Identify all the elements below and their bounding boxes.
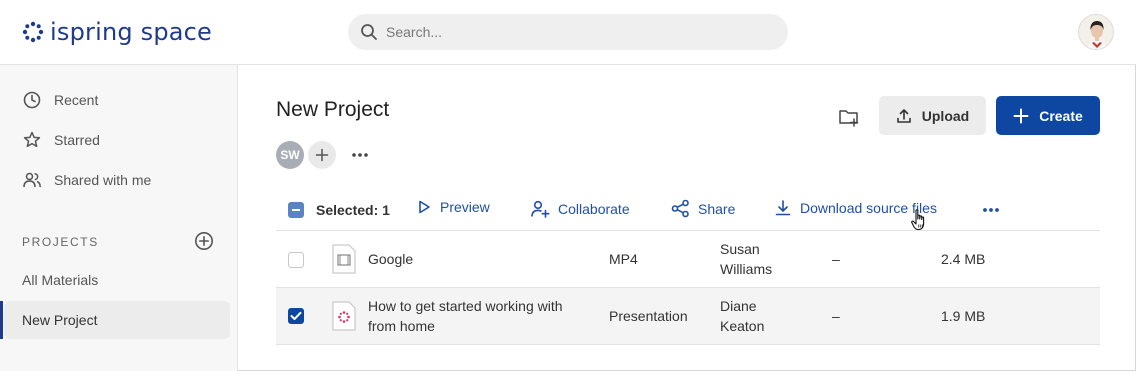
clock-icon [23,91,41,109]
add-project-icon[interactable] [194,231,214,251]
logo[interactable]: ispring space [22,18,212,46]
members-more-button[interactable] [350,145,370,165]
create-button[interactable]: Create [996,96,1100,135]
logo-text: ispring space [50,18,213,46]
member-avatar[interactable]: SW [276,141,304,169]
author-first: Susan [720,241,760,257]
sidebar: Recent Starred Shared with me PROJECTS A… [0,65,238,371]
file-type: MP4 [609,251,638,267]
file-size: 1.9 MB [941,308,986,324]
row-checkbox[interactable] [288,252,304,268]
sidebar-active-indicator [0,301,3,339]
check-icon [290,311,302,320]
share-action[interactable]: Share [671,199,735,218]
table-row[interactable]: How to get started working with from hom… [276,287,1100,344]
share-icon [671,199,689,218]
star-icon [23,131,41,148]
more-horizontal-icon [983,208,999,212]
file-author: Diane Keaton [720,296,764,336]
sidebar-item-label: Recent [54,92,99,108]
search-input[interactable] [386,24,766,40]
sidebar-item-shared[interactable]: Shared with me [22,168,151,192]
avatar-photo-icon [1079,15,1113,49]
collaborate-label: Collaborate [558,201,630,217]
author-last: Keaton [720,318,765,334]
search-bar[interactable] [348,14,788,50]
plus-icon [315,148,329,162]
selected-count: Selected: 1 [316,202,390,218]
projects-heading: PROJECTS [22,235,99,249]
upload-label: Upload [921,107,970,124]
download-icon [775,200,791,216]
create-label: Create [1039,107,1083,124]
ispring-file-icon [332,301,356,331]
user-avatar[interactable] [1078,14,1114,50]
new-folder-button[interactable] [834,103,864,131]
add-member-button[interactable] [308,141,336,169]
author-first: Diane [720,298,757,314]
add-user-icon [531,200,550,218]
collaborate-action[interactable]: Collaborate [530,199,630,219]
file-modified: – [832,308,840,324]
selection-action-bar: Selected: 1 Preview Collaborate Share Do… [276,190,1100,230]
select-all-checkbox[interactable] [288,202,304,218]
sidebar-item-recent[interactable]: Recent [22,88,98,112]
plus-icon [1013,108,1029,123]
sidebar-item-label: Shared with me [54,172,152,188]
sidebar-link-all-materials[interactable]: All Materials [22,272,98,288]
row-checkbox[interactable] [288,308,304,324]
file-type: Presentation [609,308,688,324]
people-icon [23,172,41,188]
table-row[interactable]: Google MP4 Susan Williams – 2.4 MB [276,230,1100,287]
hand-cursor-icon [911,209,925,231]
file-name[interactable]: Google [368,249,413,269]
top-header: ispring space [0,0,1136,65]
search-icon [361,24,377,40]
folder-plus-icon [839,110,859,127]
more-actions-button[interactable] [980,200,1002,220]
file-name[interactable]: How to get started working with from hom… [368,296,563,336]
file-name-line: from home [368,318,435,334]
author-last: Williams [720,261,773,277]
upload-icon [896,108,911,123]
sidebar-item-label: Starred [54,132,100,148]
upload-button[interactable]: Upload [879,96,986,135]
page-title: New Project [276,98,390,121]
sidebar-item-starred[interactable]: Starred [22,128,100,152]
sidebar-link-new-project[interactable]: New Project [22,312,97,328]
file-name-line: How to get started working with [368,298,563,314]
preview-label: Preview [440,199,490,215]
play-icon [419,200,430,214]
file-author: Susan Williams [720,239,772,279]
file-size: 2.4 MB [941,251,986,267]
share-label: Share [698,200,736,217]
file-modified: – [832,251,840,267]
table-divider [276,344,1100,345]
ispring-logo-icon [22,21,44,43]
preview-action[interactable]: Preview [416,199,490,215]
more-horizontal-icon [352,153,368,157]
video-file-icon [332,244,356,274]
